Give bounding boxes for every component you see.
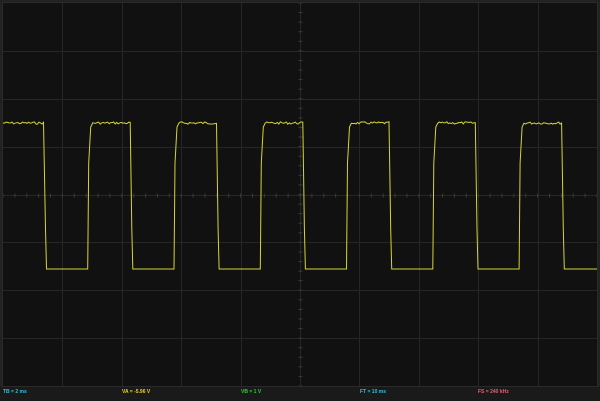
channel-b-voltage-readout: VB = 1 V [241, 389, 262, 395]
waveform-canvas [3, 3, 597, 386]
timebase-readout: TB = 2 ms [3, 389, 27, 395]
oscilloscope-window: TB = 2 ms VA = -5.96 V VB = 1 V FT = 10 … [0, 0, 600, 401]
frame-time-readout: FT = 10 ms [360, 389, 386, 395]
waveform-display[interactable] [2, 2, 598, 387]
channel-a-voltage-readout: VA = -5.96 V [122, 389, 151, 395]
measurement-status-bar: TB = 2 ms VA = -5.96 V VB = 1 V FT = 10 … [0, 387, 600, 401]
sample-rate-readout: FS = 240 kHz [478, 389, 509, 395]
graticule-center-axes [3, 3, 597, 386]
